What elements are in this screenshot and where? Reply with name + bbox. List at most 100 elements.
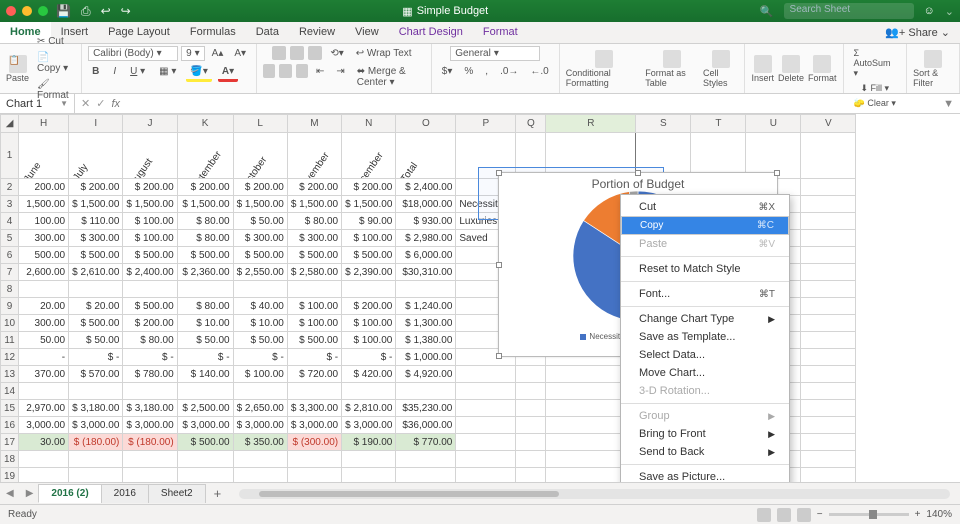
align-bottom-icon[interactable] [308, 46, 322, 60]
confirm-formula-icon[interactable]: ✓ [96, 97, 105, 110]
menu-item-font[interactable]: Font...⌘T [621, 285, 789, 303]
tab-page-layout[interactable]: Page Layout [98, 22, 180, 43]
col-header-R[interactable]: R [546, 115, 636, 133]
minimize-icon[interactable] [22, 6, 32, 16]
cut-button[interactable]: ✂ Cut [33, 34, 75, 49]
horizontal-scrollbar[interactable] [239, 489, 950, 499]
row-header-8[interactable]: 8 [1, 281, 19, 298]
align-top-icon[interactable] [272, 46, 286, 60]
cancel-formula-icon[interactable]: ✕ [81, 97, 90, 110]
inc-dec-icon[interactable]: .0→ [496, 64, 522, 79]
clear-button[interactable]: 🧽 Clear ▾ [850, 96, 900, 111]
tab-chart-design[interactable]: Chart Design [389, 22, 473, 43]
close-icon[interactable] [6, 6, 16, 16]
percent-icon[interactable]: % [460, 64, 477, 79]
row-header-9[interactable]: 9 [1, 298, 19, 315]
align-middle-icon[interactable] [290, 46, 304, 60]
row-header-19[interactable]: 19 [1, 468, 19, 483]
format-as-table-button[interactable]: Format as Table [645, 50, 699, 88]
row-header-7[interactable]: 7 [1, 264, 19, 281]
col-header-U[interactable]: U [746, 115, 801, 133]
col-header-H[interactable]: H [19, 115, 69, 133]
col-header-P[interactable]: P [456, 115, 516, 133]
row-header-17[interactable]: 17 [1, 434, 19, 451]
row-header-3[interactable]: 3 [1, 196, 19, 213]
row-header-4[interactable]: 4 [1, 213, 19, 230]
view-normal-icon[interactable] [757, 508, 771, 522]
redo-icon[interactable]: ↪ [121, 4, 131, 19]
format-cells-button[interactable]: Format [808, 55, 837, 83]
menu-item-bring-to-front[interactable]: Bring to Front▶ [621, 425, 789, 443]
row-header-14[interactable]: 14 [1, 383, 19, 400]
col-header-O[interactable]: O [396, 115, 456, 133]
increase-font-icon[interactable]: A▴ [208, 46, 228, 61]
merge-button[interactable]: ⬌ Merge & Center ▾ [353, 64, 425, 90]
fill-button[interactable]: ⬇ Fill ▾ [856, 81, 893, 96]
number-format-select[interactable]: General ▾ [450, 46, 540, 61]
menu-item-copy[interactable]: Copy⌘C [621, 216, 789, 235]
indent-dec-icon[interactable]: ⇤ [312, 64, 328, 90]
delete-cells-button[interactable]: Delete [778, 55, 804, 83]
col-header-M[interactable]: M [287, 115, 341, 133]
menu-item-change-chart-type[interactable]: Change Chart Type▶ [621, 310, 789, 328]
zoom-level[interactable]: 140% [926, 509, 952, 520]
undo-icon[interactable]: ↩ [101, 4, 111, 19]
menu-item-send-to-back[interactable]: Send to Back▶ [621, 443, 789, 461]
expand-formula-bar-icon[interactable]: ▼ [937, 98, 960, 110]
sheet-nav-prev-icon[interactable]: ◀ [0, 488, 20, 499]
currency-icon[interactable]: $▾ [438, 64, 457, 79]
fx-icon[interactable]: fx [111, 98, 120, 110]
select-all-cell[interactable]: ◢ [1, 115, 19, 133]
search-sheet-input[interactable]: Search Sheet [784, 3, 914, 19]
fill-color-button[interactable]: 🪣▾ [186, 64, 211, 82]
autosum-button[interactable]: Σ AutoSum ▾ [850, 46, 901, 81]
font-select[interactable]: Calibri (Body) ▾ [88, 46, 178, 61]
view-break-icon[interactable] [797, 508, 811, 522]
border-button[interactable]: ▦ ▾ [155, 64, 180, 82]
col-header-N[interactable]: N [342, 115, 396, 133]
zoom-icon[interactable] [38, 6, 48, 16]
col-header-L[interactable]: L [233, 115, 287, 133]
decrease-font-icon[interactable]: A▾ [230, 46, 250, 61]
bold-button[interactable]: B [88, 64, 103, 82]
row-header-12[interactable]: 12 [1, 349, 19, 366]
align-center-icon[interactable] [279, 64, 291, 78]
indent-inc-icon[interactable]: ⇥ [332, 64, 348, 90]
row-header-6[interactable]: 6 [1, 247, 19, 264]
align-left-icon[interactable] [263, 64, 275, 78]
zoom-slider[interactable] [829, 513, 909, 516]
col-header-T[interactable]: T [691, 115, 746, 133]
row-header-16[interactable]: 16 [1, 417, 19, 434]
sheet-tab-2016[interactable]: 2016 [101, 484, 149, 503]
col-header-S[interactable]: S [636, 115, 691, 133]
sheet-tab-Sheet2[interactable]: Sheet2 [148, 484, 206, 503]
underline-button[interactable]: U ▾ [126, 64, 149, 82]
col-header-Q[interactable]: Q [516, 115, 546, 133]
italic-button[interactable]: I [109, 64, 120, 82]
insert-cells-button[interactable]: Insert [751, 55, 774, 83]
sort-filter-button[interactable]: Sort & Filter [913, 50, 953, 88]
user-icon[interactable]: ☺ [924, 5, 935, 17]
menu-item-cut[interactable]: Cut⌘X [621, 198, 789, 216]
tab-data[interactable]: Data [246, 22, 289, 43]
row-header-11[interactable]: 11 [1, 332, 19, 349]
row-header-2[interactable]: 2 [1, 179, 19, 196]
row-header-10[interactable]: 10 [1, 315, 19, 332]
zoom-out-button[interactable]: − [817, 509, 823, 520]
col-header-I[interactable]: I [69, 115, 123, 133]
zoom-in-button[interactable]: + [915, 509, 921, 520]
align-right-icon[interactable] [296, 64, 308, 78]
tab-format[interactable]: Format [473, 22, 528, 43]
menu-item-reset-to-match-style[interactable]: Reset to Match Style [621, 260, 789, 278]
save-icon[interactable]: 💾 [56, 4, 71, 19]
col-header-K[interactable]: K [177, 115, 233, 133]
tab-review[interactable]: Review [289, 22, 345, 43]
conditional-formatting-button[interactable]: Conditional Formatting [566, 50, 642, 88]
sheet-nav-next-icon[interactable]: ▶ [20, 488, 40, 499]
row-header-1[interactable]: 1 [1, 133, 19, 179]
sheet-tab-2016-2-[interactable]: 2016 (2) [38, 484, 101, 503]
col-header-J[interactable]: J [123, 115, 177, 133]
menu-item-move-chart[interactable]: Move Chart... [621, 364, 789, 382]
font-color-button[interactable]: A▾ [218, 64, 238, 82]
name-box[interactable]: Chart 1▼ [0, 94, 75, 113]
